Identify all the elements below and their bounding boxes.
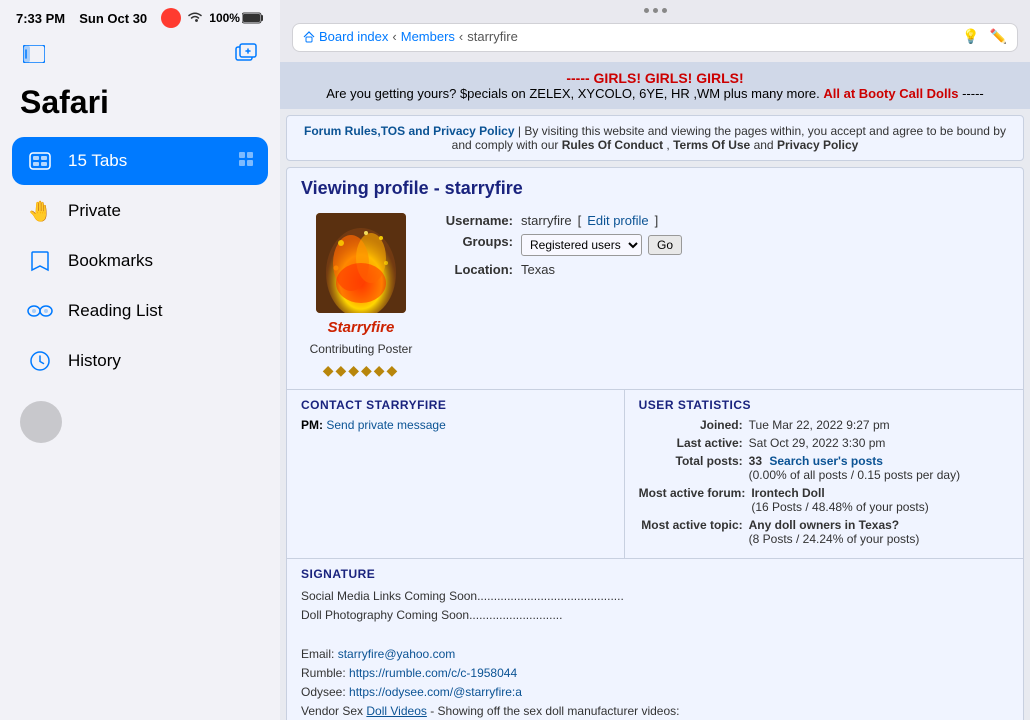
breadcrumb-sep1: ‹ <box>392 29 396 44</box>
sidebar-item-history[interactable]: History <box>12 337 268 385</box>
breadcrumb: Board index ‹ Members ‹ starryfire <box>303 29 518 44</box>
joined-value: Tue Mar 22, 2022 9:27 pm <box>749 418 1009 432</box>
browser-chrome-top <box>280 0 1030 19</box>
vendor-link[interactable]: Doll Videos <box>366 704 426 718</box>
tabs-grid-icon <box>238 151 254 172</box>
avatar-diamonds: ◆◆◆◆◆◆ <box>323 362 400 379</box>
time: 7:33 PM <box>16 11 65 26</box>
tabs-icon <box>26 147 54 175</box>
sidebar-nav: 15 Tabs 🤚 Private Bookmarks <box>0 137 280 385</box>
private-label: Private <box>68 201 121 221</box>
private-icon: 🤚 <box>26 197 54 225</box>
address-bar[interactable]: Board index ‹ Members ‹ starryfire 💡 ✏️ <box>292 23 1018 52</box>
avatar-rank: Contributing Poster <box>310 342 413 356</box>
profile-section: Viewing profile - starryfire <box>286 167 1024 720</box>
policy-bar: Forum Rules,TOS and Privacy Policy | By … <box>286 115 1024 161</box>
username-row: Username: starryfire [ Edit profile ] <box>441 213 1009 228</box>
breadcrumb-sep2: ‹ <box>459 29 463 44</box>
pm-link[interactable]: Send private message <box>326 418 445 432</box>
wifi-icon <box>187 11 203 26</box>
browser-toolbar: Board index ‹ Members ‹ starryfire 💡 ✏️ <box>280 19 1030 62</box>
reading-list-icon <box>26 297 54 325</box>
avatar-image <box>316 213 406 313</box>
sig-odysee: Odysee: https://odysee.com/@starryfire:a <box>301 683 1009 702</box>
contact-stats: CONTACT STARRYFIRE PM: Send private mess… <box>287 389 1023 558</box>
ad-line2: Are you getting yours? $pecials on ZELEX… <box>288 86 1022 101</box>
main-browser: Board index ‹ Members ‹ starryfire 💡 ✏️ … <box>280 0 1030 720</box>
avatar-name: Starryfire <box>328 319 395 336</box>
last-active-value: Sat Oct 29, 2022 3:30 pm <box>749 436 1009 450</box>
tabs-label: 15 Tabs <box>68 151 127 171</box>
groups-select[interactable]: Registered users <box>521 234 642 256</box>
profile-info-col: Username: starryfire [ Edit profile ] Gr… <box>441 213 1009 379</box>
ad-banner: ----- GIRLS! GIRLS! GIRLS! Are you getti… <box>280 62 1030 109</box>
sidebar-item-bookmarks[interactable]: Bookmarks <box>12 237 268 285</box>
signature-section: SIGNATURE Social Media Links Coming Soon… <box>287 558 1023 720</box>
dot3 <box>662 8 667 13</box>
profile-title: Viewing profile - starryfire <box>287 168 1023 205</box>
odysee-link[interactable]: https://odysee.com/@starryfire:a <box>349 685 522 699</box>
status-bar-right: 100% <box>161 8 264 28</box>
sig-header: SIGNATURE <box>301 567 1009 581</box>
breadcrumb-icons: 💡 ✏️ <box>962 28 1007 45</box>
history-label: History <box>68 351 121 371</box>
location-row: Location: Texas <box>441 262 1009 277</box>
avatar <box>316 213 406 313</box>
profile-body: Starryfire Contributing Poster ◆◆◆◆◆◆ Us… <box>287 205 1023 389</box>
bookmarks-label: Bookmarks <box>68 251 153 271</box>
status-bar: 7:33 PM Sun Oct 30 100% <box>0 0 280 32</box>
new-tab-btn[interactable] <box>228 36 264 72</box>
record-button <box>161 8 181 28</box>
stats-section: USER STATISTICS Joined: Tue Mar 22, 2022… <box>625 390 1023 558</box>
go-button[interactable]: Go <box>648 235 682 255</box>
joined-row: Joined: Tue Mar 22, 2022 9:27 pm <box>639 418 1009 432</box>
profile-avatar-col: Starryfire Contributing Poster ◆◆◆◆◆◆ <box>301 213 421 379</box>
groups-row: Groups: Registered users Go <box>441 234 1009 256</box>
pm-row: PM: Send private message <box>301 418 610 432</box>
breadcrumb-home: Board index <box>319 29 388 44</box>
last-active-row: Last active: Sat Oct 29, 2022 3:30 pm <box>639 436 1009 450</box>
history-icon <box>26 347 54 375</box>
sidebar-item-reading-list[interactable]: Reading List <box>12 287 268 335</box>
email-link[interactable]: starryfire@yahoo.com <box>338 647 456 661</box>
sig-rumble: Rumble: https://rumble.com/c/c-1958044 <box>301 664 1009 683</box>
date: Sun Oct 30 <box>79 11 147 26</box>
rumble-link[interactable]: https://rumble.com/c/c-1958044 <box>349 666 517 680</box>
sidebar-item-private[interactable]: 🤚 Private <box>12 187 268 235</box>
breadcrumb-members: Members <box>401 29 455 44</box>
dot1 <box>644 8 649 13</box>
reading-list-label: Reading List <box>68 301 163 321</box>
edit-profile-link[interactable]: Edit profile <box>587 213 648 228</box>
breadcrumb-current: starryfire <box>467 29 518 44</box>
most-active-forum-row: Most active forum: Irontech Doll (16 Pos… <box>639 486 1009 514</box>
contact-header: CONTACT STARRYFIRE <box>301 398 610 412</box>
sidebar-item-tabs[interactable]: 15 Tabs <box>12 137 268 185</box>
ad-line1: ----- GIRLS! GIRLS! GIRLS! <box>288 70 1022 86</box>
lightbulb-icon: 💡 <box>962 28 979 45</box>
search-posts-link[interactable]: Search user's posts <box>769 454 883 468</box>
contact-section: CONTACT STARRYFIRE PM: Send private mess… <box>287 390 625 558</box>
sig-vendor: Vendor Sex Doll Videos - Showing off the… <box>301 702 1009 720</box>
sig-content: Social Media Links Coming Soon..........… <box>301 587 1009 720</box>
battery-icon: 100% <box>209 11 264 25</box>
edit-icon: ✏️ <box>990 28 1007 45</box>
total-posts-row: Total posts: 33 Search user's posts (0.0… <box>639 454 1009 482</box>
stats-header: USER STATISTICS <box>639 398 1009 412</box>
content-area: ----- GIRLS! GIRLS! GIRLS! Are you getti… <box>280 62 1030 720</box>
location-value: Texas <box>521 262 555 277</box>
sidebar-toggle-btn[interactable] <box>16 36 52 72</box>
three-dots <box>280 4 1030 17</box>
most-active-topic-row: Most active topic: Any doll owners in Te… <box>639 518 1009 546</box>
bookmarks-icon <box>26 247 54 275</box>
sig-email: Email: starryfire@yahoo.com <box>301 645 1009 664</box>
sidebar: 7:33 PM Sun Oct 30 100% <box>0 0 280 720</box>
slider-circle <box>20 401 62 443</box>
app-title: Safari <box>0 80 280 137</box>
sidebar-top-buttons <box>0 32 280 80</box>
home-icon <box>303 31 315 43</box>
dot2 <box>653 8 658 13</box>
